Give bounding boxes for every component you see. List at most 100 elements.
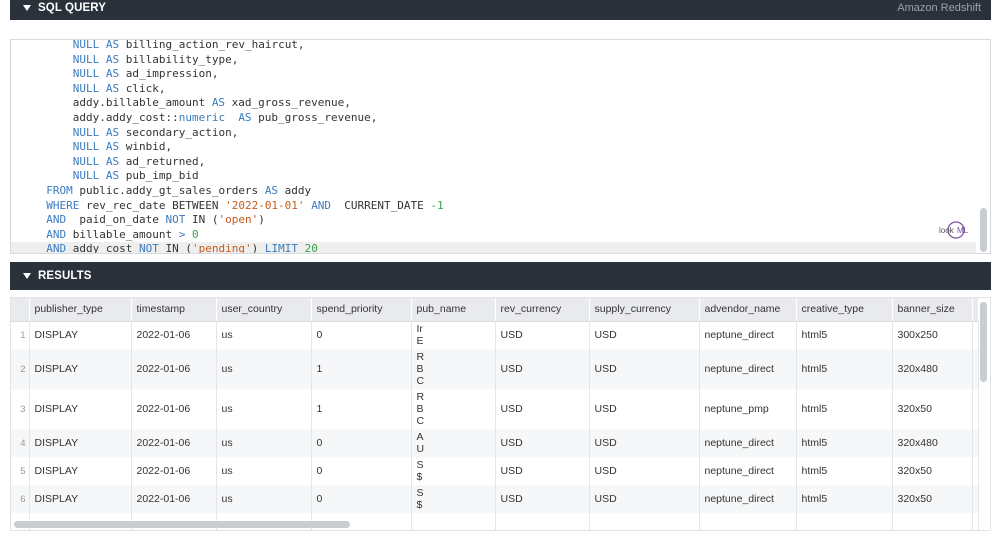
sql-query-panel-header[interactable]: SQL QUERY Amazon Redshift <box>10 0 991 20</box>
cell-publisher-type[interactable]: DISPLAY <box>29 429 132 457</box>
row-number: 6 <box>11 485 30 513</box>
column-header-timestamp[interactable]: timestamp <box>131 298 217 322</box>
cell-publisher-type[interactable]: DISPLAY <box>29 457 132 485</box>
table-row[interactable]: 3 DISPLAY 2022-01-06 us 1 R B C USD USD neptune_pm… <box>11 389 979 429</box>
cell-user-country[interactable]: us <box>216 349 312 389</box>
cell-spend-priority[interactable]: 0 <box>311 485 412 513</box>
cell-banner-size[interactable]: 320x50 <box>892 485 973 513</box>
connection-name: Amazon Redshift <box>897 2 981 14</box>
column-header-spend-priority[interactable]: spend_priority <box>311 298 412 322</box>
cell-empty <box>972 513 979 530</box>
cell-pub-name[interactable]: AU <box>411 429 496 457</box>
cell-advendor-name[interactable]: neptune_direct <box>699 429 797 457</box>
cell-user-country[interactable]: us <box>216 389 312 429</box>
cell-supply-currency[interactable]: USD <box>589 457 700 485</box>
cell-banner-size[interactable]: 320x480 <box>892 429 973 457</box>
column-header-creative-type[interactable]: creative_type <box>796 298 893 322</box>
cell-advendor-name[interactable]: neptune_direct <box>699 321 797 349</box>
column-header-supply-currency[interactable]: supply_currency <box>589 298 700 322</box>
cell-spend-priority[interactable]: 1 <box>311 389 412 429</box>
cell-spend-priority[interactable]: 0 <box>311 457 412 485</box>
cell-empty <box>796 513 893 530</box>
cell-publisher-type[interactable]: DISPLAY <box>29 321 132 349</box>
table-row[interactable]: 2 DISPLAY 2022-01-06 us 1 R B C USD USD neptune_di… <box>11 349 979 389</box>
cell-rev-currency[interactable]: USD <box>495 349 590 389</box>
editor-vertical-scrollbar[interactable] <box>980 208 987 252</box>
cell-publisher-type[interactable]: DISPLAY <box>29 389 132 429</box>
cell-supply-currency[interactable]: USD <box>589 429 700 457</box>
table-row[interactable]: 4 DISPLAY 2022-01-06 us 0 A U USD USD neptune_dir… <box>11 429 979 457</box>
cell-advendor-name[interactable]: neptune_pmp <box>699 389 797 429</box>
cell-banner-size[interactable]: 320x50 <box>892 457 973 485</box>
code-line: NULL AS ad_impression, <box>72 67 219 81</box>
cell-overflow <box>972 485 979 513</box>
results-table: publisher_type timestamp user_country spend… <box>11 298 979 530</box>
cell-pub-name[interactable]: RBC <box>411 349 496 389</box>
cell-timestamp[interactable]: 2022-01-06 <box>131 321 217 349</box>
row-number: 5 <box>11 457 30 485</box>
cell-rev-currency[interactable]: USD <box>495 485 590 513</box>
cell-spend-priority[interactable]: 0 <box>311 429 412 457</box>
column-header-banner-size[interactable]: banner_size <box>892 298 973 322</box>
cell-rev-currency[interactable]: USD <box>495 389 590 429</box>
cell-timestamp[interactable]: 2022-01-06 <box>131 349 217 389</box>
table-row[interactable]: 6 DISPLAY 2022-01-06 us 0 S $ USD USD neptune_dir… <box>11 485 979 513</box>
cell-empty <box>892 513 973 530</box>
cell-spend-priority[interactable]: 0 <box>311 321 412 349</box>
cell-timestamp[interactable]: 2022-01-06 <box>131 389 217 429</box>
cell-user-country[interactable]: us <box>216 429 312 457</box>
results-grid[interactable]: publisher_type timestamp user_country spend… <box>10 297 991 531</box>
cell-timestamp[interactable]: 2022-01-06 <box>131 429 217 457</box>
cell-creative-type[interactable]: html5 <box>796 321 893 349</box>
cell-creative-type[interactable]: html5 <box>796 389 893 429</box>
cell-supply-currency[interactable]: USD <box>589 485 700 513</box>
cell-rev-currency[interactable]: USD <box>495 321 590 349</box>
collapse-triangle-icon[interactable] <box>23 273 31 279</box>
code-line: WHERE rev_rec_date BETWEEN '2022-01-01' … <box>46 198 444 212</box>
cell-user-country[interactable]: us <box>216 485 312 513</box>
lookml-logo-icon[interactable]: look ML <box>938 220 968 240</box>
column-header-user-country[interactable]: user_country <box>216 298 312 322</box>
cell-pub-name[interactable]: RBC <box>411 389 496 429</box>
cell-rev-currency[interactable]: USD <box>495 457 590 485</box>
cell-supply-currency[interactable]: USD <box>589 389 700 429</box>
cell-banner-size[interactable]: 300x250 <box>892 321 973 349</box>
cell-timestamp[interactable]: 2022-01-06 <box>131 485 217 513</box>
cell-pub-name[interactable]: Ir E <box>411 321 496 349</box>
cell-advendor-name[interactable]: neptune_direct <box>699 457 797 485</box>
sql-code[interactable]: NULL AS billing_action_rev_haircut, NULL… <box>11 40 976 253</box>
cell-user-country[interactable]: us <box>216 321 312 349</box>
cell-creative-type[interactable]: html5 <box>796 349 893 389</box>
table-row[interactable]: 1 DISPLAY 2022-01-06 us 0 Ir E USD USD neptune_di… <box>11 321 979 349</box>
sql-editor[interactable]: NULL AS billing_action_rev_haircut, NULL… <box>10 39 991 254</box>
cell-overflow <box>972 321 979 349</box>
results-panel-header[interactable]: RESULTS <box>10 262 991 290</box>
cell-advendor-name[interactable]: neptune_direct <box>699 485 797 513</box>
collapse-triangle-icon[interactable] <box>23 5 31 11</box>
cell-user-country[interactable]: us <box>216 457 312 485</box>
cell-rev-currency[interactable]: USD <box>495 429 590 457</box>
cell-creative-type[interactable]: html5 <box>796 485 893 513</box>
cell-advendor-name[interactable]: neptune_direct <box>699 349 797 389</box>
cell-supply-currency[interactable]: USD <box>589 321 700 349</box>
grid-horizontal-scrollbar[interactable] <box>14 521 350 528</box>
code-line: NULL AS billability_type, <box>72 52 239 66</box>
cell-spend-priority[interactable]: 1 <box>311 349 412 389</box>
cell-creative-type[interactable]: html5 <box>796 429 893 457</box>
cell-creative-type[interactable]: html5 <box>796 457 893 485</box>
cell-banner-size[interactable]: 320x50 <box>892 389 973 429</box>
cell-pub-name[interactable]: S $ <box>411 457 496 485</box>
column-header-rev-currency[interactable]: rev_currency <box>495 298 590 322</box>
code-line: NULL AS winbid, <box>72 140 173 154</box>
cell-banner-size[interactable]: 320x480 <box>892 349 973 389</box>
cell-supply-currency[interactable]: USD <box>589 349 700 389</box>
grid-vertical-scrollbar[interactable] <box>980 302 987 382</box>
cell-pub-name[interactable]: S $ <box>411 485 496 513</box>
column-header-advendor-name[interactable]: advendor_name <box>699 298 797 322</box>
cell-publisher-type[interactable]: DISPLAY <box>29 349 132 389</box>
cell-timestamp[interactable]: 2022-01-06 <box>131 457 217 485</box>
column-header-pub-name[interactable]: pub_name <box>411 298 496 322</box>
column-header-publisher-type[interactable]: publisher_type <box>29 298 132 322</box>
cell-publisher-type[interactable]: DISPLAY <box>29 485 132 513</box>
table-row[interactable]: 5 DISPLAY 2022-01-06 us 0 S $ USD USD neptune_dir… <box>11 457 979 485</box>
